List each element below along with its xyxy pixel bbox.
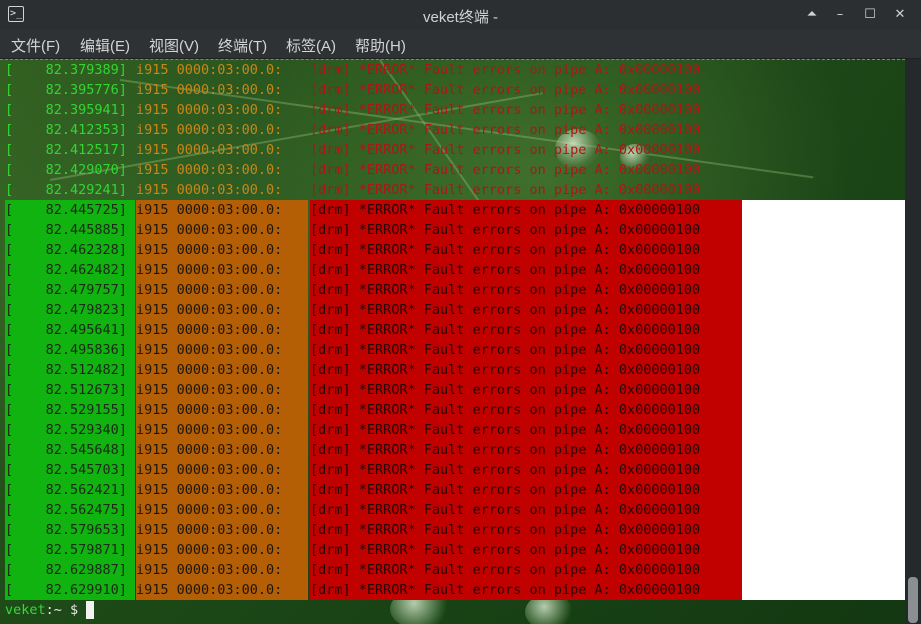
menu-edit[interactable]: 编辑(E) [80,35,130,56]
highlight-blank [742,200,905,600]
menu-help[interactable]: 帮助(H) [355,35,406,56]
menu-bar: 文件(F) 编辑(E) 视图(V) 终端(T) 标签(A) 帮助(H) [0,30,921,59]
scrollbar[interactable] [905,59,921,624]
window-title: veket终端 - [422,9,498,26]
minimize-icon[interactable]: ⏶ [801,5,823,25]
shell-prompt: veket:~ $ [5,602,79,618]
title-bar[interactable]: >_ veket终端 - ⏶ – ☐ ✕ [0,0,921,30]
menu-view[interactable]: 视图(V) [149,35,199,56]
terminal-output[interactable]: [ 82.379389] i915 0000:03:00.0: [drm] *ERR… [0,59,905,624]
text-cursor [86,601,94,619]
close-icon[interactable]: ✕ [889,5,911,25]
restore-icon[interactable]: – [829,5,851,25]
menu-terminal[interactable]: 终端(T) [218,35,267,56]
menu-file[interactable]: 文件(F) [11,35,60,56]
maximize-icon[interactable]: ☐ [859,5,881,25]
menu-tabs[interactable]: 标签(A) [286,35,336,56]
scrollbar-thumb[interactable] [908,577,918,623]
